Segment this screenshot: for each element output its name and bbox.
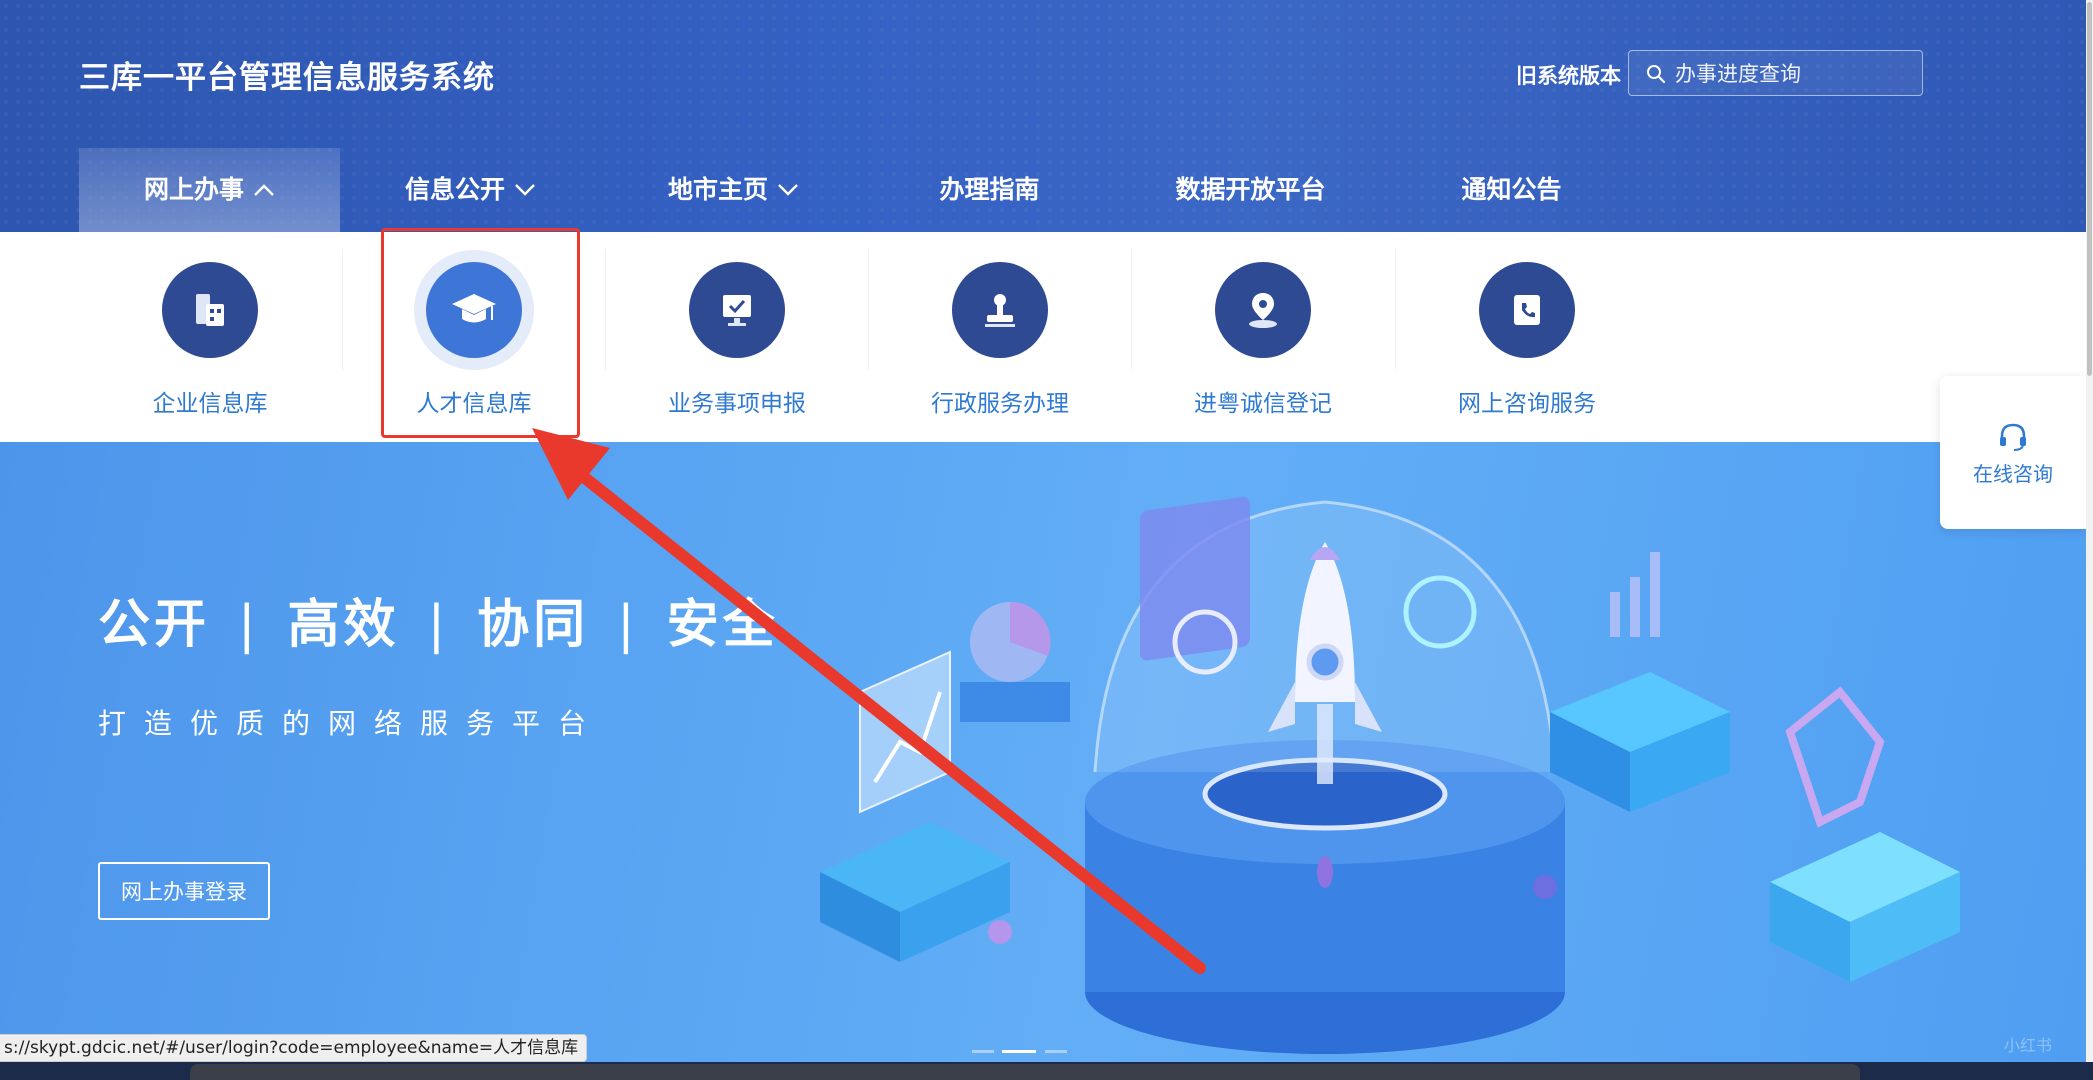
submenu-enterprise-db[interactable]: 企业信息库 xyxy=(78,232,342,442)
submenu-business-declaration[interactable]: 业务事项申报 xyxy=(605,232,869,442)
watermark: 小红书 xyxy=(2004,1036,2053,1055)
os-dock xyxy=(190,1064,1860,1080)
services-submenu: 企业信息库 人才信息库 业务事项申报 行政服务办理 进粤诚信登记 网上咨询服务 xyxy=(0,232,2086,442)
location-pin-icon xyxy=(1249,293,1277,328)
submenu-talent-db[interactable]: 人才信息库 xyxy=(342,232,606,442)
hero-banner: 公开 | 高效 | 协同 | 安全 打造优质的网络服务平台 网上办事登录 小红书 xyxy=(0,442,2086,1062)
scrollbar-thumb[interactable] xyxy=(2087,2,2092,376)
carousel-dot-active[interactable] xyxy=(1002,1050,1036,1053)
chevron-up-icon xyxy=(253,174,275,203)
submenu-online-consultation[interactable]: 网上咨询服务 xyxy=(1395,232,1659,442)
submenu-credit-registration[interactable]: 进粤诚信登记 xyxy=(1131,232,1395,442)
banner-slogan: 公开 | 高效 | 协同 | 安全 xyxy=(98,595,779,655)
headset-icon xyxy=(2000,423,2026,451)
online-consult-widget[interactable]: 在线咨询 xyxy=(1940,376,2086,529)
search-box[interactable] xyxy=(1628,50,1923,96)
system-title[interactable]: 三库一平台管理信息服务系统 xyxy=(79,52,495,97)
chevron-down-icon xyxy=(514,174,536,203)
site-header: 三库一平台管理信息服务系统 旧系统版本 网上办事 信息公开 地市主页 xyxy=(0,0,2086,232)
nav-open-data[interactable]: 数据开放平台 xyxy=(1120,148,1381,232)
online-login-button[interactable]: 网上办事登录 xyxy=(98,862,270,920)
banner-illustration xyxy=(820,496,1960,1054)
phone-book-icon xyxy=(1514,295,1540,325)
banner-subtitle: 打造优质的网络服务平台 xyxy=(98,707,605,740)
nav-guide[interactable]: 办理指南 xyxy=(859,148,1120,232)
search-icon xyxy=(1647,65,1666,84)
status-bar-url: s://skypt.gdcic.net/#/user/login?code=em… xyxy=(0,1034,588,1062)
carousel-dot[interactable] xyxy=(972,1050,994,1053)
submenu-admin-services[interactable]: 行政服务办理 xyxy=(868,232,1132,442)
chevron-down-icon xyxy=(777,174,799,203)
monitor-check-icon xyxy=(723,295,751,326)
nav-notices[interactable]: 通知公告 xyxy=(1381,148,1642,232)
old-version-link[interactable]: 旧系统版本 xyxy=(1516,60,1621,90)
nav-info-disclosure[interactable]: 信息公开 xyxy=(340,148,601,232)
search-input[interactable] xyxy=(1673,57,1917,91)
carousel-dot[interactable] xyxy=(1045,1050,1067,1053)
stamp-icon xyxy=(985,294,1015,327)
nav-city-pages[interactable]: 地市主页 xyxy=(603,148,864,232)
enterprise-building-icon xyxy=(196,294,224,326)
nav-online-services[interactable]: 网上办事 xyxy=(79,148,340,232)
graduation-cap-icon xyxy=(452,294,496,323)
